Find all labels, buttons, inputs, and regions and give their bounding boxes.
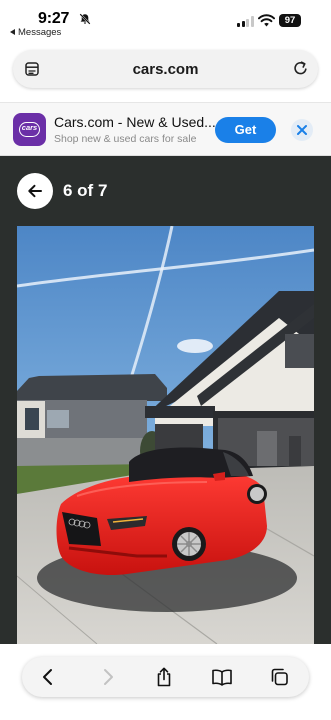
share-icon[interactable] <box>153 667 175 687</box>
battery-indicator: 97 <box>279 14 301 27</box>
app-icon: cars <box>13 113 46 146</box>
get-app-button[interactable]: Get <box>215 117 276 143</box>
signal-icon <box>237 16 255 27</box>
back-to-app-link[interactable]: Messages <box>10 27 61 38</box>
tabs-icon[interactable] <box>269 667 291 687</box>
banner-close-button[interactable] <box>291 119 313 141</box>
url-text: cars.com <box>132 61 199 78</box>
close-icon <box>297 125 307 135</box>
back-app-label: Messages <box>18 27 62 38</box>
bookmarks-icon[interactable] <box>211 667 233 687</box>
app-subtitle: Shop new & used cars for sale <box>54 133 197 145</box>
browser-url-area: cars.com <box>0 42 331 102</box>
bell-slash-icon <box>79 13 91 25</box>
gallery-back-button[interactable] <box>17 173 53 209</box>
smart-app-banner: cars Cars.com - New & Used... Shop new &… <box>0 102 331 156</box>
app-icon-label: cars <box>21 123 38 132</box>
car-photo[interactable] <box>17 226 314 644</box>
photo-counter: 6 of 7 <box>63 181 108 200</box>
app-name: Cars.com - New & Used... <box>54 114 216 130</box>
chevron-right-icon[interactable] <box>97 667 119 687</box>
wifi-icon <box>258 14 275 27</box>
reload-icon[interactable] <box>292 60 309 77</box>
arrow-left-icon <box>28 184 42 198</box>
status-bar: 9:27 Messages 97 <box>0 0 331 42</box>
status-time: 9:27 <box>38 10 70 27</box>
address-bar[interactable]: cars.com <box>13 50 318 88</box>
chevron-left-icon[interactable] <box>37 667 59 687</box>
back-triangle-icon <box>10 29 15 35</box>
